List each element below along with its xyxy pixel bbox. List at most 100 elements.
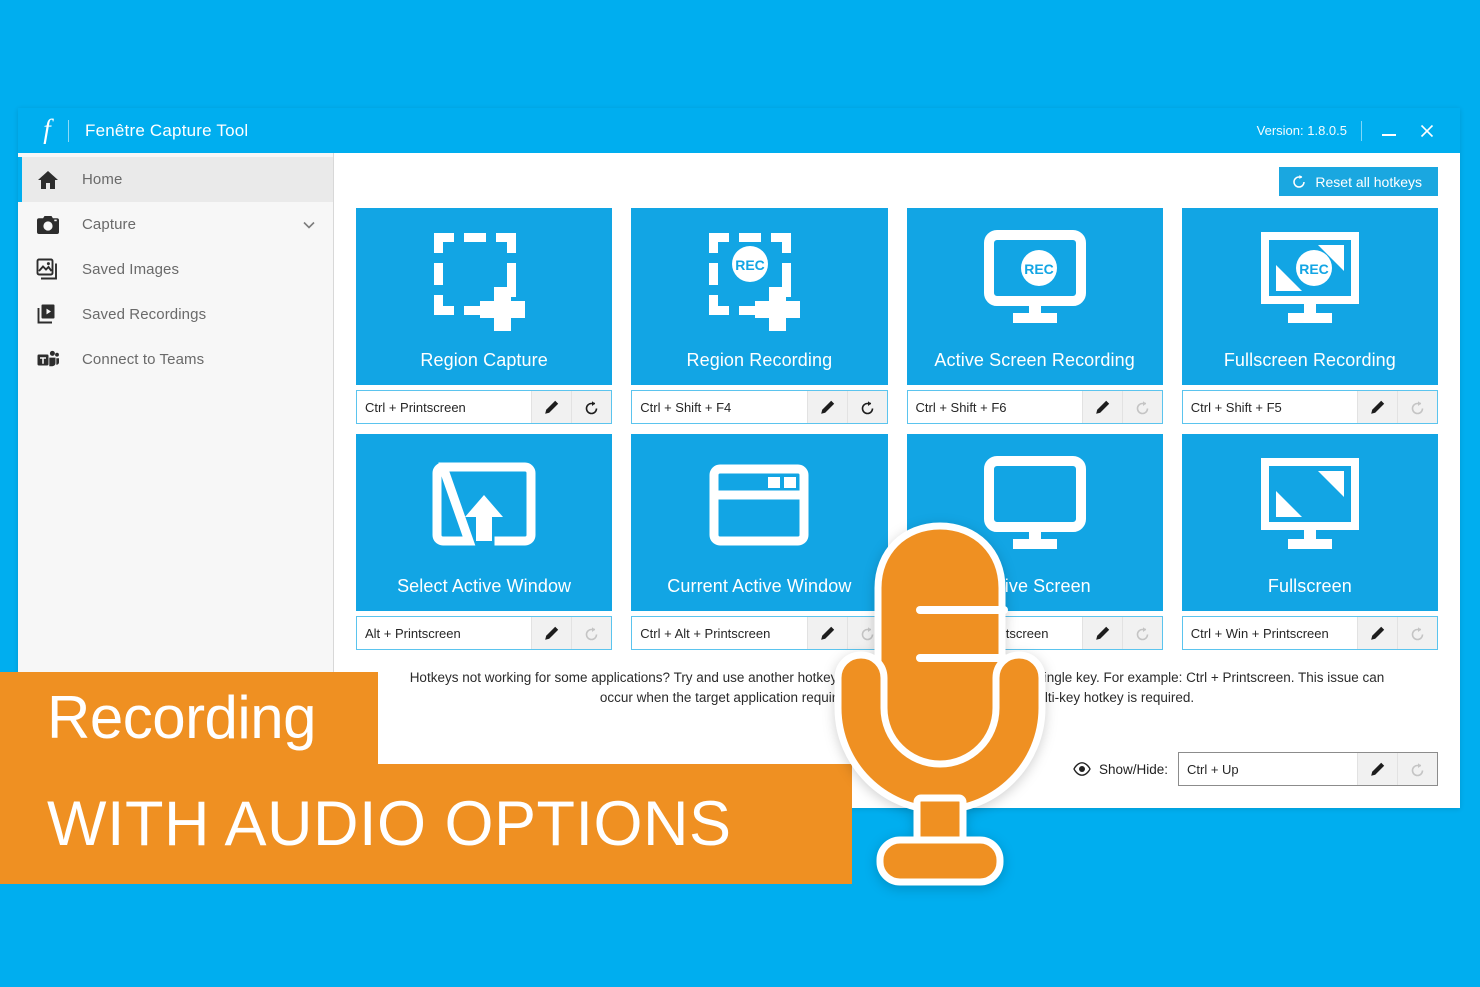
tile-select-active-window[interactable]: Select Active Window: [356, 434, 613, 611]
title-divider-2: [1361, 120, 1362, 141]
hotkey-value[interactable]: Ctrl + Win + Printscreen: [1182, 617, 1357, 649]
hotkey-value[interactable]: Ctrl + Shift + F4: [632, 391, 807, 423]
hotkey-field-fullscreen[interactable]: Ctrl + Win + Printscreen: [1181, 616, 1438, 650]
reset-arrow-icon: [1411, 626, 1424, 640]
sidebar-item-home[interactable]: Home: [18, 157, 333, 202]
camera-icon: [24, 214, 72, 236]
sidebar-item-saved-images[interactable]: Saved Images: [18, 247, 333, 292]
reset-arrow-icon: [1411, 762, 1424, 776]
hotkey-field-active-screen-recording[interactable]: Ctrl + Shift + F6: [906, 390, 1163, 424]
capture-tile-grid: Region Capture Ctrl + Printscreen REC Re…: [356, 208, 1438, 650]
edit-hotkey-button[interactable]: [1357, 617, 1397, 649]
chevron-down-icon[interactable]: [301, 217, 317, 233]
reset-all-row: Reset all hotkeys: [356, 167, 1438, 196]
pencil-icon: [545, 626, 559, 640]
teams-icon: [24, 349, 72, 371]
hotkey-help-note: Hotkeys not working for some application…: [409, 670, 1385, 705]
hotkey-value[interactable]: Alt + Printscreen: [357, 617, 532, 649]
edit-hotkey-button[interactable]: [806, 391, 847, 423]
hotkey-field-show-hide[interactable]: Ctrl + Up: [1178, 752, 1438, 786]
pencil-icon: [820, 400, 834, 414]
sidebar-item-label: Capture: [82, 216, 137, 233]
tile-label: Current Active Window: [667, 576, 852, 596]
reset-hotkey-button[interactable]: [1397, 617, 1437, 649]
tile-label: Region Recording: [686, 350, 833, 370]
pencil-icon: [1371, 762, 1385, 776]
hotkey-value[interactable]: Ctrl + Alt + Printscreen: [632, 617, 807, 649]
reset-hotkey-button[interactable]: [846, 391, 887, 423]
content-area: Reset all hotkeys Region Capture Ctrl + …: [334, 153, 1460, 808]
pencil-icon: [1371, 400, 1385, 414]
tile-cell: Region Capture Ctrl + Printscreen: [356, 208, 613, 424]
sidebar-item-capture[interactable]: Capture: [18, 202, 333, 247]
reset-hotkey-button[interactable]: [846, 617, 887, 649]
eye-icon: [1073, 762, 1091, 776]
sidebar-item-saved-recordings[interactable]: Saved Recordings: [18, 292, 333, 337]
hotkey-value[interactable]: Alt + Win + Printscreen: [907, 617, 1082, 649]
sidebar: Home Capture Saved Images Saved Recordin…: [18, 153, 334, 808]
tile-cell: REC Fullscreen Recording Ctrl + Shift + …: [1181, 208, 1438, 424]
edit-hotkey-button[interactable]: [1081, 391, 1122, 423]
tile-fullscreen[interactable]: Fullscreen: [1181, 434, 1438, 611]
tile-label: Select Active Window: [397, 576, 572, 596]
hotkey-field-select-active-window[interactable]: Alt + Printscreen: [356, 616, 613, 650]
app-title: Fenêtre Capture Tool: [85, 120, 249, 140]
edit-hotkey-button[interactable]: [1357, 753, 1397, 785]
close-button[interactable]: [1408, 114, 1446, 148]
show-hide-label-group: Show/Hide:: [1073, 762, 1168, 777]
tile-active-screen-recording[interactable]: REC Active Screen Recording: [906, 208, 1163, 385]
minimize-button[interactable]: [1370, 114, 1408, 148]
edit-hotkey-button[interactable]: [1081, 617, 1122, 649]
reset-arrow-icon: [585, 626, 598, 640]
sidebar-item-label: Home: [82, 171, 123, 188]
tile-region-capture[interactable]: Region Capture: [356, 208, 613, 385]
edit-hotkey-button[interactable]: [531, 391, 572, 423]
hotkey-field-active-screen[interactable]: Alt + Win + Printscreen: [906, 616, 1163, 650]
minimize-icon: [1382, 133, 1396, 136]
reset-hotkey-button[interactable]: [1397, 391, 1437, 423]
tile-current-active-window[interactable]: Current Active Window: [631, 434, 888, 611]
hotkey-field-current-active-window[interactable]: Ctrl + Alt + Printscreen: [631, 616, 888, 650]
reset-hotkey-button[interactable]: [1121, 391, 1162, 423]
svg-text:REC: REC: [1299, 261, 1329, 277]
pencil-icon: [1095, 626, 1109, 640]
pencil-icon: [1371, 626, 1385, 640]
window-controls: Version: 1.8.0.5: [1257, 114, 1446, 148]
hotkey-value[interactable]: Ctrl + Shift + F5: [1182, 391, 1357, 423]
tile-cell: Select Active Window Alt + Printscreen: [356, 434, 613, 650]
window-body: Home Capture Saved Images Saved Recordin…: [18, 153, 1460, 808]
monitor-icon: [907, 434, 1163, 576]
reset-hotkey-button[interactable]: [571, 391, 612, 423]
reset-hotkey-button[interactable]: [1121, 617, 1162, 649]
reset-arrow-icon: [1136, 400, 1149, 414]
edit-hotkey-button[interactable]: [1357, 391, 1397, 423]
monitor-fullscreen-rec-icon: REC: [1182, 208, 1438, 350]
hotkey-field-region-capture[interactable]: Ctrl + Printscreen: [356, 390, 613, 424]
hotkey-value[interactable]: Ctrl + Printscreen: [357, 391, 532, 423]
svg-text:REC: REC: [1024, 261, 1054, 277]
tile-cell: REC Active Screen Recording Ctrl + Shift…: [906, 208, 1163, 424]
select-window-arrow-icon: [356, 434, 612, 576]
sidebar-item-label: Connect to Teams: [82, 351, 205, 368]
hotkey-value[interactable]: Ctrl + Up: [1179, 753, 1357, 785]
reset-arrow-icon: [1136, 626, 1149, 640]
reset-hotkey-button[interactable]: [1397, 753, 1437, 785]
images-icon: [24, 258, 72, 282]
title-bar: f Fenêtre Capture Tool Version: 1.8.0.5: [18, 108, 1460, 153]
edit-hotkey-button[interactable]: [531, 617, 572, 649]
reset-hotkey-button[interactable]: [571, 617, 612, 649]
reset-all-hotkeys-button[interactable]: Reset all hotkeys: [1279, 167, 1438, 196]
tile-fullscreen-recording[interactable]: REC Fullscreen Recording: [1181, 208, 1438, 385]
tile-label: Active Screen Recording: [934, 350, 1135, 370]
hotkey-value[interactable]: Ctrl + Shift + F6: [907, 391, 1082, 423]
tile-label: Region Capture: [420, 350, 548, 370]
monitor-rec-icon: REC: [907, 208, 1163, 350]
tile-region-recording[interactable]: REC Region Recording: [631, 208, 888, 385]
sidebar-item-connect-to-teams[interactable]: Connect to Teams: [18, 337, 333, 382]
hotkey-field-fullscreen-recording[interactable]: Ctrl + Shift + F5: [1181, 390, 1438, 424]
hotkey-field-region-recording[interactable]: Ctrl + Shift + F4: [631, 390, 888, 424]
tile-active-screen[interactable]: Active Screen: [906, 434, 1163, 611]
monitor-fullscreen-icon: [1182, 434, 1438, 576]
region-capture-icon: [356, 208, 612, 350]
edit-hotkey-button[interactable]: [806, 617, 847, 649]
